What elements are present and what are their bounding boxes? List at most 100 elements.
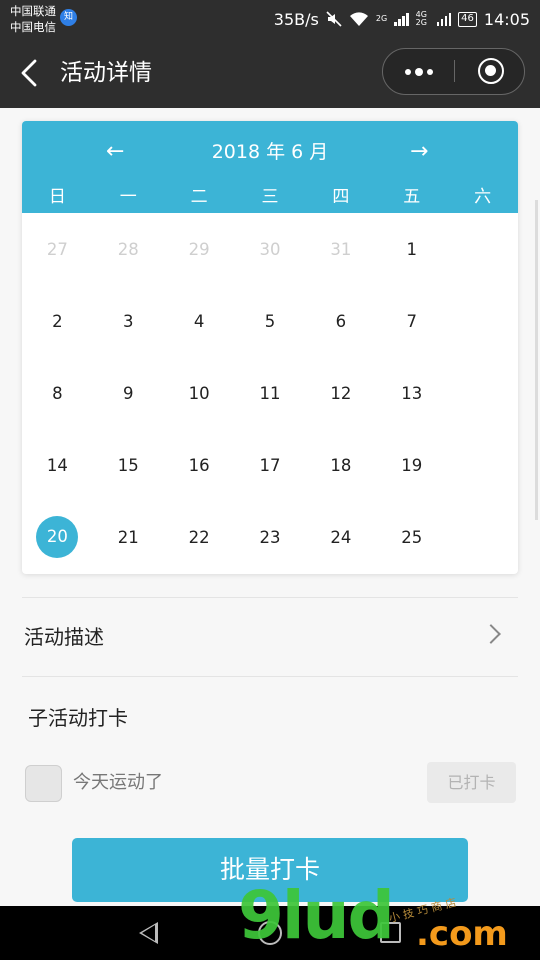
back-triangle-icon[interactable]	[139, 922, 158, 944]
calendar-day[interactable]: 3	[93, 285, 164, 357]
calendar-day-number: 14	[46, 455, 68, 475]
page-title: 活动详情	[60, 60, 152, 86]
calendar-day-number: 23	[259, 527, 281, 547]
status-icons: 35B/s 2G 4G 2G 46 14:05	[274, 0, 530, 38]
calendar-day[interactable]: 5	[235, 285, 306, 357]
calendar-day-number: 22	[188, 527, 210, 547]
activity-description-row[interactable]: 活动描述	[0, 598, 540, 676]
carrier-1: 中国联通	[10, 4, 56, 18]
scroll-indicator	[535, 200, 538, 520]
calendar-day-number: 19	[401, 455, 423, 475]
target-close-icon[interactable]	[478, 58, 504, 84]
weekday-label: 二	[190, 187, 208, 207]
calendar-day[interactable]: 26	[22, 573, 93, 574]
calendar-day[interactable]: 6	[305, 285, 376, 357]
calendar-day[interactable]: 25	[376, 501, 447, 573]
calendar-day[interactable]: 23	[235, 501, 306, 573]
calendar-day[interactable]: 8	[22, 357, 93, 429]
status-bar: 中国联通 中国电信 知 35B/s 2G 4G 2G 46 14:05	[0, 0, 540, 38]
more-dots-icon[interactable]	[383, 49, 454, 93]
calendar-days: 27 28 29 30 31 1 2 3 4 5 6 7 8 9 10 11 12 13 14 15 16 17 18 19 2…	[22, 213, 518, 574]
clock: 14:05	[483, 9, 530, 29]
calendar-day[interactable]: 9	[93, 357, 164, 429]
next-month-button[interactable]: →	[410, 137, 428, 167]
calendar-day-number: 6	[335, 311, 347, 331]
chevron-left-icon[interactable]	[18, 58, 42, 88]
calendar-day[interactable]: 1	[376, 213, 447, 285]
calendar-day[interactable]: 13	[376, 357, 447, 429]
calendar-day[interactable]: 30	[235, 213, 306, 285]
calendar-day[interactable]: 15	[93, 429, 164, 501]
calendar-day-number: 15	[117, 455, 139, 475]
calendar-day-number: 8	[52, 383, 63, 403]
calendar-day-number: 1	[406, 239, 417, 259]
weekday-label: 五	[403, 187, 421, 207]
calendar-header: 2018 年 6 月 ← → 日 一 二 三 四 五 六	[22, 121, 518, 213]
carrier-2: 中国电信	[10, 20, 56, 34]
calendar-day[interactable]: 21	[93, 501, 164, 573]
calendar-day-number: 16	[188, 455, 210, 475]
calendar-day-number: 4	[193, 311, 205, 331]
weekday-label: 六	[474, 187, 492, 207]
prev-month-button[interactable]: ←	[106, 137, 124, 167]
calendar-day-number: 13	[401, 383, 423, 403]
chevron-right-icon	[481, 624, 501, 644]
calendar: 2018 年 6 月 ← → 日一二三四五六 27 28 29 30 31 1 2 3 4 5 6 7…	[22, 121, 518, 574]
calendar-day[interactable]: 4	[164, 285, 235, 357]
calendar-day[interactable]: 16	[164, 429, 235, 501]
calendar-day[interactable]: 27	[93, 573, 164, 574]
task-label: 今天运动了	[73, 772, 163, 793]
watermark-logo: 9lud	[238, 877, 395, 954]
calendar-day[interactable]: 11	[235, 357, 306, 429]
calendar-day-number: 27	[46, 239, 68, 259]
wifi-icon	[349, 12, 368, 26]
zhihu-notification-icon: 知	[60, 9, 77, 26]
calendar-day-number: 24	[330, 527, 352, 547]
calendar-day-number: 10	[188, 383, 210, 403]
calendar-day[interactable]: 28	[164, 573, 235, 574]
capsule-divider	[454, 60, 455, 82]
calendar-day-number: 21	[117, 527, 139, 547]
calendar-day[interactable]: 18	[305, 429, 376, 501]
calendar-day[interactable]: 14	[22, 429, 93, 501]
network-speed: 35B/s	[273, 9, 319, 29]
calendar-day[interactable]: 29	[235, 573, 306, 574]
mini-program-capsule	[382, 48, 525, 95]
calendar-day-number: 18	[330, 455, 352, 475]
task-checkbox[interactable]	[25, 765, 62, 802]
calendar-day[interactable]: 19	[376, 429, 447, 501]
calendar-day-number: 9	[123, 383, 134, 403]
calendar-day[interactable]: 22	[164, 501, 235, 573]
calendar-day-number: 3	[123, 311, 134, 331]
calendar-day[interactable]: 28	[93, 213, 164, 285]
calendar-day[interactable]: 29	[164, 213, 235, 285]
calendar-day-selected[interactable]: 20	[22, 501, 93, 573]
calendar-day[interactable]: 31	[305, 213, 376, 285]
calendar-day-number: 20	[36, 516, 79, 558]
carrier-names: 中国联通 中国电信	[10, 3, 56, 35]
checked-in-button[interactable]: 已打卡	[427, 762, 516, 803]
calendar-day[interactable]: 10	[164, 357, 235, 429]
nav-bar: 活动详情	[0, 38, 540, 108]
calendar-day[interactable]: 27	[22, 213, 93, 285]
network-type-2: 4G 2G	[415, 10, 427, 27]
calendar-day[interactable]: 17	[235, 429, 306, 501]
signal-icon	[394, 12, 409, 26]
mute-icon	[326, 11, 342, 27]
calendar-day-number: 7	[406, 311, 417, 331]
calendar-day-number: 11	[259, 383, 281, 403]
calendar-day-number: 12	[330, 383, 352, 403]
sub-activity-title: 子活动打卡	[28, 706, 128, 730]
calendar-day-number: 25	[401, 527, 423, 547]
activity-description-label: 活动描述	[24, 625, 104, 649]
calendar-day-number: 17	[259, 455, 281, 475]
weekday-row: 日一二三四五六	[22, 183, 518, 211]
calendar-day[interactable]: 2	[22, 285, 93, 357]
calendar-day[interactable]: 30	[305, 573, 376, 574]
calendar-month: 2018 年 6 月	[211, 141, 329, 163]
calendar-day[interactable]: 12	[305, 357, 376, 429]
calendar-day[interactable]: 24	[305, 501, 376, 573]
calendar-day[interactable]: 7	[376, 285, 447, 357]
calendar-day-number: 2	[52, 311, 63, 331]
calendar-day-number: 29	[188, 239, 210, 259]
